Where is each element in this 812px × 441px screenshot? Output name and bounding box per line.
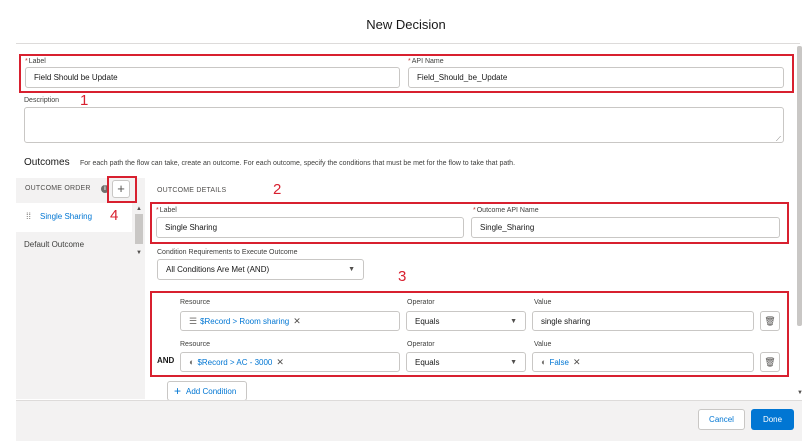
chevron-down-icon: ▼	[348, 266, 355, 273]
default-outcome-item[interactable]: Default Outcome	[24, 240, 84, 249]
annotation-number-3: 3	[398, 268, 407, 285]
annotation-number-2: 2	[273, 181, 282, 198]
cancel-button[interactable]: Cancel	[698, 409, 745, 430]
scroll-down-icon[interactable]: ▼	[136, 250, 142, 256]
annotation-box-2	[150, 202, 789, 244]
annotation-number-4: 4	[110, 207, 119, 224]
outcomes-title: Outcomes	[24, 157, 70, 168]
outcome-details-title: OUTCOME DETAILS	[157, 187, 227, 194]
header-divider	[16, 43, 800, 44]
scroll-down-icon[interactable]: ▼	[797, 390, 803, 396]
description-textarea[interactable]	[24, 107, 784, 143]
annotation-box-3	[150, 291, 789, 377]
new-decision-modal: New Decision *Label Field Should be Upda…	[0, 0, 812, 441]
done-button[interactable]: Done	[751, 409, 794, 430]
annotation-box-4	[107, 176, 137, 203]
annotation-box-1	[19, 54, 794, 93]
scroll-up-icon[interactable]: ▲	[136, 206, 142, 212]
modal-title: New Decision	[366, 17, 446, 32]
outcome-order-label: OUTCOME ORDER	[25, 185, 91, 192]
description-field-label: Description	[24, 97, 60, 104]
add-condition-button[interactable]: + Add Condition	[167, 381, 248, 401]
textarea-resize-icon[interactable]: ⟋	[776, 136, 781, 144]
plus-icon: +	[174, 384, 182, 398]
condition-requirements-label: Condition Requirements to Execute Outcom…	[157, 249, 298, 256]
modal-footer	[16, 400, 802, 441]
main-scrollbar-thumb[interactable]	[797, 46, 802, 326]
left-scrollbar-thumb[interactable]	[135, 214, 143, 244]
drag-handle-icon[interactable]: ⁞⁞	[26, 212, 31, 221]
outcome-item-label[interactable]: Single Sharing	[40, 212, 92, 221]
annotation-number-1: 1	[80, 92, 89, 109]
condition-requirements-select[interactable]: All Conditions Are Met (AND) ▼	[157, 259, 364, 280]
outcomes-hint: For each path the flow can take, create …	[80, 160, 516, 167]
